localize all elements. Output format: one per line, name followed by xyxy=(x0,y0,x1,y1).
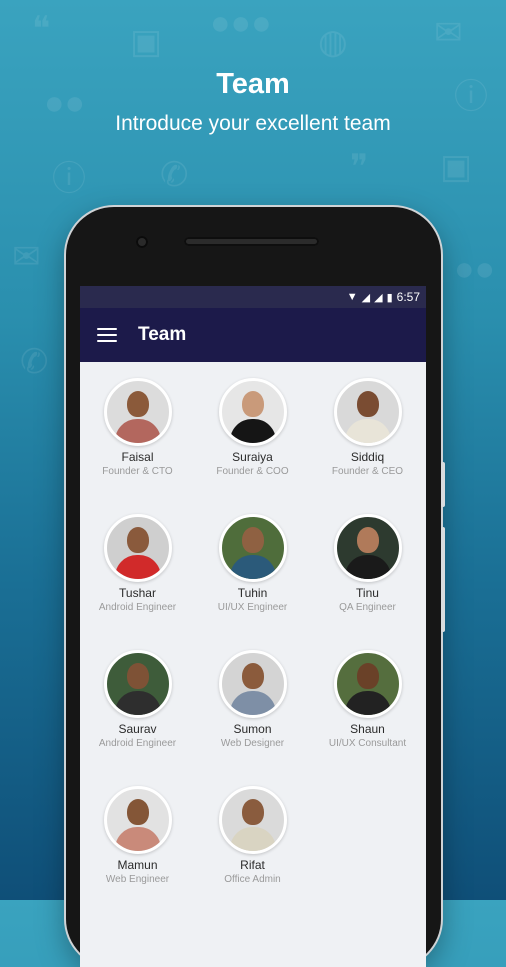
info-icon: ⓘ xyxy=(52,160,86,198)
avatar xyxy=(333,514,402,582)
member-name: Sumon xyxy=(233,722,272,736)
team-member-card[interactable]: Tuhin UI/UX Engineer xyxy=(195,514,310,613)
app-bar-title: Team xyxy=(138,324,187,345)
globe-icon: ◍ xyxy=(318,23,348,61)
status-time: 6:57 xyxy=(396,290,420,304)
wifi-icon: ▼ xyxy=(346,291,358,303)
menu-icon[interactable] xyxy=(97,328,117,342)
battery-icon: ▮ xyxy=(386,291,393,304)
member-name: Shaun xyxy=(350,722,385,736)
team-member-card[interactable]: Siddiq Founder & CEO xyxy=(310,378,425,477)
member-name: Suraiya xyxy=(232,450,273,464)
team-member-card[interactable]: Saurav Android Engineer xyxy=(80,650,195,749)
member-name: Saurav xyxy=(118,722,157,736)
team-member-card[interactable]: Suraiya Founder & COO xyxy=(195,378,310,477)
phone-frame: ▼ ◢ ◢ ▮ 6:57 Team Faisal Founder & CTO Sur… xyxy=(66,207,445,967)
team-member-card[interactable]: Tushar Android Engineer xyxy=(80,514,195,613)
people-icon: ●● xyxy=(454,250,496,288)
member-role: Android Engineer xyxy=(98,602,177,613)
member-role: Founder & CTO xyxy=(102,466,173,477)
chat-icon: ❞ xyxy=(350,148,369,186)
app-bar: Team xyxy=(80,308,426,362)
team-member-card[interactable]: Shaun UI/UX Consultant xyxy=(310,650,425,749)
group-icon: ●●● xyxy=(210,4,272,42)
phone-icon: ✆ xyxy=(160,156,189,194)
book-icon: ▣ xyxy=(440,148,473,186)
team-member-card[interactable]: Rifat Office Admin xyxy=(195,786,310,885)
member-role: Web Engineer xyxy=(105,874,170,885)
mail-icon: ✉ xyxy=(434,14,463,52)
member-name: Tushar xyxy=(119,586,156,600)
member-role: UI/UX Engineer xyxy=(217,602,288,613)
avatar xyxy=(218,378,287,446)
mail-icon: ✉ xyxy=(12,238,41,276)
book-icon: ▣ xyxy=(130,23,163,61)
member-name: Tinu xyxy=(356,586,379,600)
volume-button xyxy=(441,527,445,632)
earpiece-speaker xyxy=(184,237,319,246)
member-role: Founder & CEO xyxy=(331,466,404,477)
member-name: Tuhin xyxy=(237,586,268,600)
promo-title: Team xyxy=(216,68,290,100)
avatar xyxy=(103,378,172,446)
team-member-card[interactable]: Mamun Web Engineer xyxy=(80,786,195,885)
promo-subtitle: Introduce your excellent team xyxy=(115,112,391,135)
signal-icon: ◢ xyxy=(374,291,383,304)
member-role: Web Designer xyxy=(220,738,285,749)
signal-icon: ◢ xyxy=(361,291,371,304)
screen: ▼ ◢ ◢ ▮ 6:57 Team Faisal Founder & CTO Sur… xyxy=(80,286,426,967)
avatar xyxy=(218,514,287,582)
member-name: Rifat xyxy=(240,858,265,872)
front-camera xyxy=(136,236,148,248)
team-member-card[interactable]: Sumon Web Designer xyxy=(195,650,310,749)
team-member-card[interactable]: Faisal Founder & CTO xyxy=(80,378,195,477)
member-role: QA Engineer xyxy=(339,602,396,613)
member-role: Founder & COO xyxy=(216,466,289,477)
avatar xyxy=(333,378,402,446)
member-role: UI/UX Consultant xyxy=(328,738,407,749)
avatar xyxy=(218,786,287,854)
avatar xyxy=(103,514,172,582)
member-role: Android Engineer xyxy=(98,738,177,749)
avatar xyxy=(333,650,402,718)
avatar xyxy=(218,650,287,718)
member-name: Mamun xyxy=(117,858,158,872)
status-bar: ▼ ◢ ◢ ▮ 6:57 xyxy=(80,286,426,308)
team-member-card[interactable]: Tinu QA Engineer xyxy=(310,514,425,613)
phone-icon: ✆ xyxy=(20,343,49,381)
power-button xyxy=(441,462,445,507)
member-name: Faisal xyxy=(121,450,154,464)
member-role: Office Admin xyxy=(224,874,281,885)
avatar xyxy=(103,650,172,718)
member-name: Siddiq xyxy=(350,450,385,464)
quote-icon: ❝ xyxy=(32,10,51,48)
avatar xyxy=(103,786,172,854)
